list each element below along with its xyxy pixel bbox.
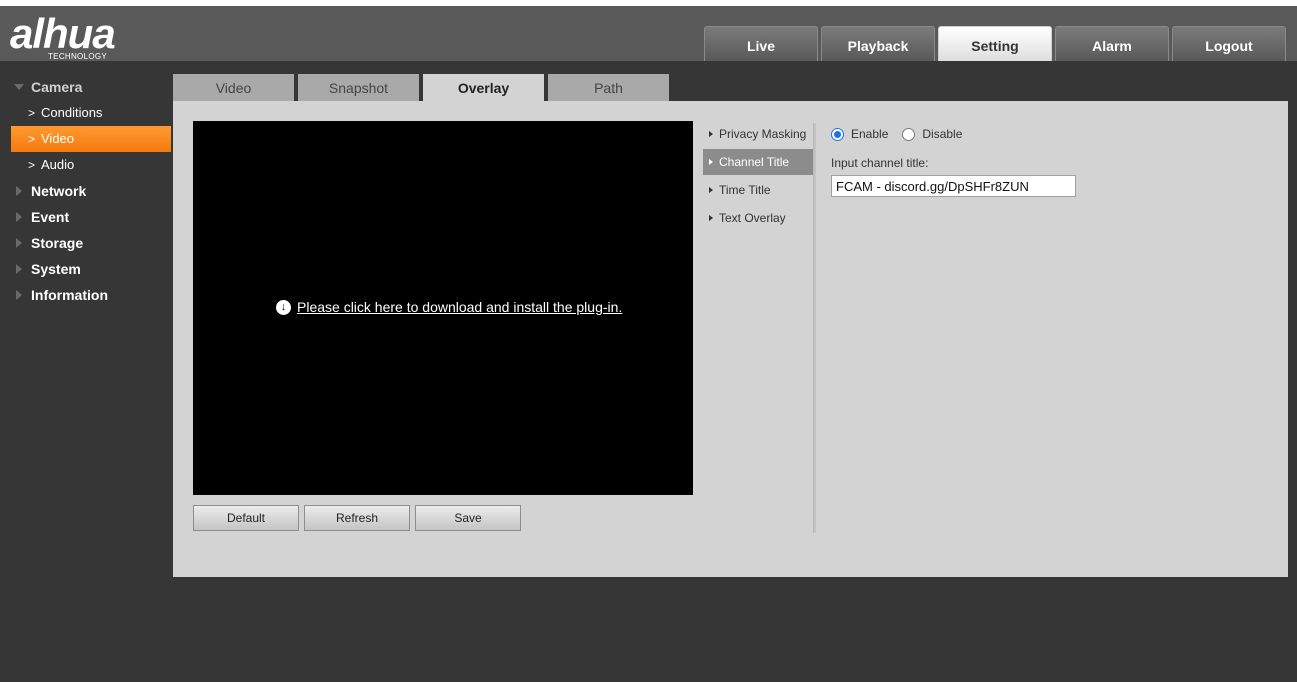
enable-radio[interactable] bbox=[831, 127, 844, 141]
tab-video[interactable]: Video bbox=[173, 74, 294, 101]
disable-radio[interactable] bbox=[902, 127, 916, 141]
enable-radio-group: Enable Disable bbox=[831, 125, 1271, 143]
save-button[interactable]: Save bbox=[415, 505, 521, 531]
submenu-label: Text Overlay bbox=[719, 211, 786, 225]
triangle-right-icon bbox=[709, 159, 713, 165]
overlay-panel: ↓ Please click here to download and inst… bbox=[173, 101, 1288, 577]
collapsed-triangle-icon bbox=[16, 212, 22, 222]
submenu-label: Channel Title bbox=[719, 155, 790, 169]
dahua-logo: alhua TECHNOLOGY bbox=[10, 12, 160, 62]
sidebar: Camera > Conditions > Video > Audio Netw… bbox=[0, 74, 172, 308]
action-buttons: Default Refresh Save bbox=[193, 505, 526, 531]
sidebar-group-label: Information bbox=[31, 287, 108, 303]
chevron-right-icon: > bbox=[28, 158, 36, 172]
sidebar-group-storage[interactable]: Storage bbox=[0, 230, 172, 256]
collapsed-triangle-icon bbox=[16, 238, 22, 248]
triangle-right-icon bbox=[709, 215, 713, 221]
tab-snapshot[interactable]: Snapshot bbox=[298, 74, 419, 101]
triangle-right-icon bbox=[709, 131, 713, 137]
content-area: Video Snapshot Overlay Path ↓ Please cli… bbox=[173, 74, 1288, 577]
chevron-right-icon: > bbox=[28, 106, 36, 120]
sidebar-group-camera[interactable]: Camera bbox=[0, 74, 172, 100]
sidebar-item-label: Video bbox=[41, 131, 75, 146]
submenu-privacy-masking[interactable]: Privacy Masking bbox=[703, 121, 813, 147]
submenu-text-overlay[interactable]: Text Overlay bbox=[703, 205, 813, 231]
sidebar-group-system[interactable]: System bbox=[0, 256, 172, 282]
expanded-triangle-icon bbox=[14, 84, 24, 90]
sidebar-group-label: Camera bbox=[31, 79, 83, 95]
channel-title-label: Input channel title: bbox=[831, 156, 929, 170]
refresh-button[interactable]: Refresh bbox=[304, 505, 410, 531]
sidebar-item-video[interactable]: > Video bbox=[11, 126, 171, 152]
chevron-right-icon: > bbox=[28, 132, 36, 146]
logo-subtitle: TECHNOLOGY bbox=[48, 52, 108, 61]
vertical-divider bbox=[813, 123, 816, 533]
tab-overlay[interactable]: Overlay bbox=[423, 74, 544, 101]
nav-setting[interactable]: Setting bbox=[938, 26, 1052, 61]
sidebar-item-conditions[interactable]: > Conditions bbox=[0, 100, 172, 126]
download-icon: ↓ bbox=[276, 299, 291, 315]
tab-path[interactable]: Path bbox=[548, 74, 669, 101]
channel-title-input[interactable] bbox=[831, 175, 1076, 197]
collapsed-triangle-icon bbox=[16, 186, 22, 196]
sidebar-group-network[interactable]: Network bbox=[0, 178, 172, 204]
sidebar-group-label: Event bbox=[31, 209, 70, 225]
sidebar-item-audio[interactable]: > Audio bbox=[0, 152, 172, 178]
logo-wordmark: alhua bbox=[10, 10, 116, 57]
top-nav: Live Playback Setting Alarm Logout bbox=[704, 26, 1289, 61]
plugin-download-link[interactable]: ↓ Please click here to download and inst… bbox=[276, 299, 622, 315]
sidebar-group-event[interactable]: Event bbox=[0, 204, 172, 230]
sidebar-group-label: Network bbox=[31, 183, 87, 199]
plugin-download-text: Please click here to download and instal… bbox=[297, 299, 623, 315]
default-button[interactable]: Default bbox=[193, 505, 299, 531]
nav-live[interactable]: Live bbox=[704, 26, 818, 61]
submenu-label: Privacy Masking bbox=[719, 127, 807, 141]
sidebar-group-label: Storage bbox=[31, 235, 84, 251]
channel-title-form: Enable Disable Input channel title: bbox=[831, 125, 1271, 197]
submenu-label: Time Title bbox=[719, 183, 771, 197]
overlay-submenu: Privacy Masking Channel Title Time Title… bbox=[703, 121, 813, 233]
sidebar-item-label: Conditions bbox=[41, 105, 103, 120]
disable-label: Disable bbox=[922, 127, 963, 141]
collapsed-triangle-icon bbox=[16, 264, 22, 274]
video-preview: ↓ Please click here to download and inst… bbox=[193, 121, 693, 495]
enable-label: Enable bbox=[851, 127, 889, 141]
sidebar-group-information[interactable]: Information bbox=[0, 282, 172, 308]
submenu-channel-title[interactable]: Channel Title bbox=[703, 149, 813, 175]
submenu-time-title[interactable]: Time Title bbox=[703, 177, 813, 203]
triangle-right-icon bbox=[709, 187, 713, 193]
tab-bar: Video Snapshot Overlay Path bbox=[173, 74, 673, 101]
sidebar-item-label: Audio bbox=[41, 157, 75, 172]
nav-playback[interactable]: Playback bbox=[821, 26, 935, 61]
collapsed-triangle-icon bbox=[16, 290, 22, 300]
nav-logout[interactable]: Logout bbox=[1172, 26, 1286, 61]
nav-alarm[interactable]: Alarm bbox=[1055, 26, 1169, 61]
sidebar-group-label: System bbox=[31, 261, 81, 277]
